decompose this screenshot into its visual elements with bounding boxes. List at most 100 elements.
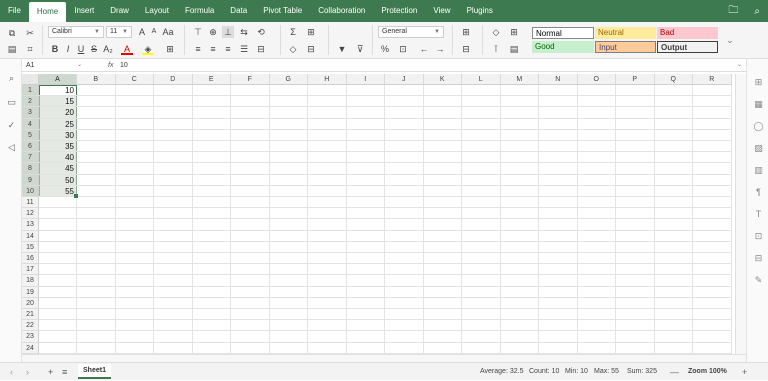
open-folder-icon[interactable]: 🗀	[728, 3, 738, 20]
row-header[interactable]: 1	[22, 85, 39, 97]
format-painter-icon[interactable]: ⊺	[490, 43, 502, 55]
menu-data[interactable]: Data	[222, 0, 255, 22]
search-icon[interactable]: ⌕	[6, 73, 17, 84]
conditional-format-icon[interactable]: ◇	[490, 26, 502, 38]
style-bad[interactable]: Bad	[657, 27, 718, 39]
cell[interactable]: 20	[39, 107, 77, 118]
menu-file[interactable]: File	[0, 0, 29, 22]
column-header[interactable]: G	[269, 74, 308, 85]
column-header[interactable]: D	[154, 74, 193, 85]
percent-icon[interactable]: %	[379, 43, 391, 55]
chart-settings-icon[interactable]: ▥	[753, 165, 764, 176]
row-header[interactable]: 15	[22, 241, 39, 253]
insert-rows-icon[interactable]: ⊞	[460, 26, 472, 38]
style-neutral[interactable]: Neutral	[595, 27, 656, 39]
style-good[interactable]: Good	[532, 41, 594, 53]
slicer-icon[interactable]: ⊟	[753, 253, 764, 264]
style-input[interactable]: Input	[595, 41, 656, 53]
decrease-decimal-icon[interactable]: ←	[418, 43, 430, 55]
delete-rows-icon[interactable]: ⊟	[460, 43, 472, 55]
name-box[interactable]: A1 ⌄	[24, 60, 84, 71]
fill-handle[interactable]	[74, 194, 78, 198]
fx-icon[interactable]: fx	[108, 59, 113, 72]
orientation-icon[interactable]: ⟲	[255, 26, 267, 38]
feedback-icon[interactable]: ◁	[6, 142, 17, 153]
row-header[interactable]: 9	[22, 174, 39, 186]
format-painter-icon[interactable]: ⌗	[24, 43, 36, 55]
wrap-text-icon[interactable]: ⇆	[238, 26, 250, 38]
row-header[interactable]: 4	[22, 118, 39, 130]
row-header[interactable]: 21	[22, 309, 39, 321]
comment-icon[interactable]: ▭	[6, 97, 17, 108]
style-normal[interactable]: Normal	[532, 27, 594, 39]
align-top-icon[interactable]: ⊤	[192, 26, 204, 38]
row-header[interactable]: 22	[22, 320, 39, 332]
format-as-table-icon[interactable]: ⊞	[508, 26, 520, 38]
underline-icon[interactable]: U	[75, 43, 87, 55]
style-output[interactable]: Output	[657, 41, 718, 53]
copy-icon[interactable]: ⧉	[6, 27, 18, 39]
select-all-corner[interactable]	[22, 74, 39, 85]
shape-settings-icon[interactable]: ◯	[753, 121, 764, 132]
autosum-icon[interactable]: Σ	[287, 26, 299, 38]
justify-icon[interactable]: ☰	[238, 43, 250, 55]
menu-view[interactable]: View	[425, 0, 458, 22]
menu-pivot-table[interactable]: Pivot Table	[255, 0, 310, 22]
row-header[interactable]: 14	[22, 230, 39, 242]
column-header[interactable]: L	[462, 74, 501, 85]
column-header[interactable]: O	[577, 74, 616, 85]
row-header[interactable]: 10	[22, 185, 39, 197]
clear-icon[interactable]: ◇	[287, 43, 299, 55]
horizontal-scrollbar[interactable]	[22, 354, 746, 362]
italic-icon[interactable]: I	[62, 43, 74, 55]
paste-icon[interactable]: ▤	[6, 43, 18, 55]
row-header[interactable]: 16	[22, 253, 39, 265]
bold-icon[interactable]: B	[49, 43, 61, 55]
currency-icon[interactable]: ⊡	[397, 43, 409, 55]
cell[interactable]: 55	[39, 186, 77, 197]
cut-icon[interactable]: ✂	[24, 27, 36, 39]
row-header[interactable]: 20	[22, 297, 39, 309]
spreadsheet-grid[interactable]: A B C D E F G H I J K L M N O P Q R 1 2 3 4 5 6 7 8 9 10 11 12 13 14 15 1…	[22, 74, 734, 354]
text-art-icon[interactable]: T	[753, 209, 764, 220]
menu-insert[interactable]: Insert	[66, 0, 102, 22]
zoom-out-icon[interactable]: —	[670, 363, 679, 381]
menu-plugins[interactable]: Plugins	[459, 0, 501, 22]
row-header[interactable]: 5	[22, 129, 39, 141]
sheet-list-icon[interactable]: ≡	[62, 363, 67, 381]
column-header[interactable]: I	[346, 74, 385, 85]
column-header[interactable]: P	[616, 74, 655, 85]
cell[interactable]: 35	[39, 141, 77, 152]
menu-formula[interactable]: Formula	[177, 0, 222, 22]
search-icon[interactable]: ⌕	[754, 6, 760, 17]
menu-collaboration[interactable]: Collaboration	[310, 0, 373, 22]
borders-icon[interactable]: ⊞	[164, 43, 176, 55]
column-header[interactable]: H	[308, 74, 347, 85]
table-settings-icon[interactable]: ▦	[753, 99, 764, 110]
image-settings-icon[interactable]: ▨	[753, 143, 764, 154]
menu-protection[interactable]: Protection	[373, 0, 425, 22]
delete-icon[interactable]: ⊟	[305, 43, 317, 55]
chevron-down-icon[interactable]: ⌄	[737, 59, 742, 72]
row-header[interactable]: 3	[22, 107, 39, 119]
signature-icon[interactable]: ✎	[753, 275, 764, 286]
align-bottom-icon[interactable]: ⊥	[222, 26, 234, 38]
add-sheet-icon[interactable]: +	[48, 363, 53, 381]
row-header[interactable]: 2	[22, 96, 39, 108]
increase-font-icon[interactable]: A	[136, 26, 148, 38]
next-sheet-icon[interactable]: ›	[26, 363, 29, 381]
filter-icon[interactable]: ▼	[336, 43, 348, 55]
vertical-scrollbar[interactable]	[735, 74, 746, 356]
pivot-settings-icon[interactable]: ⊡	[753, 231, 764, 242]
merge-cells-icon[interactable]: ⊟	[255, 43, 267, 55]
paragraph-settings-icon[interactable]: ¶	[753, 187, 764, 198]
clear-format-icon[interactable]: Aa	[162, 26, 174, 38]
decrease-font-icon[interactable]: A	[148, 26, 160, 38]
row-header[interactable]: 8	[22, 163, 39, 175]
row-header[interactable]: 13	[22, 219, 39, 231]
row-header[interactable]: 24	[22, 342, 39, 354]
align-middle-icon[interactable]: ⊕	[207, 26, 219, 38]
column-header[interactable]: E	[192, 74, 231, 85]
align-right-icon[interactable]: ≡	[222, 43, 234, 55]
zoom-in-icon[interactable]: +	[742, 363, 747, 381]
